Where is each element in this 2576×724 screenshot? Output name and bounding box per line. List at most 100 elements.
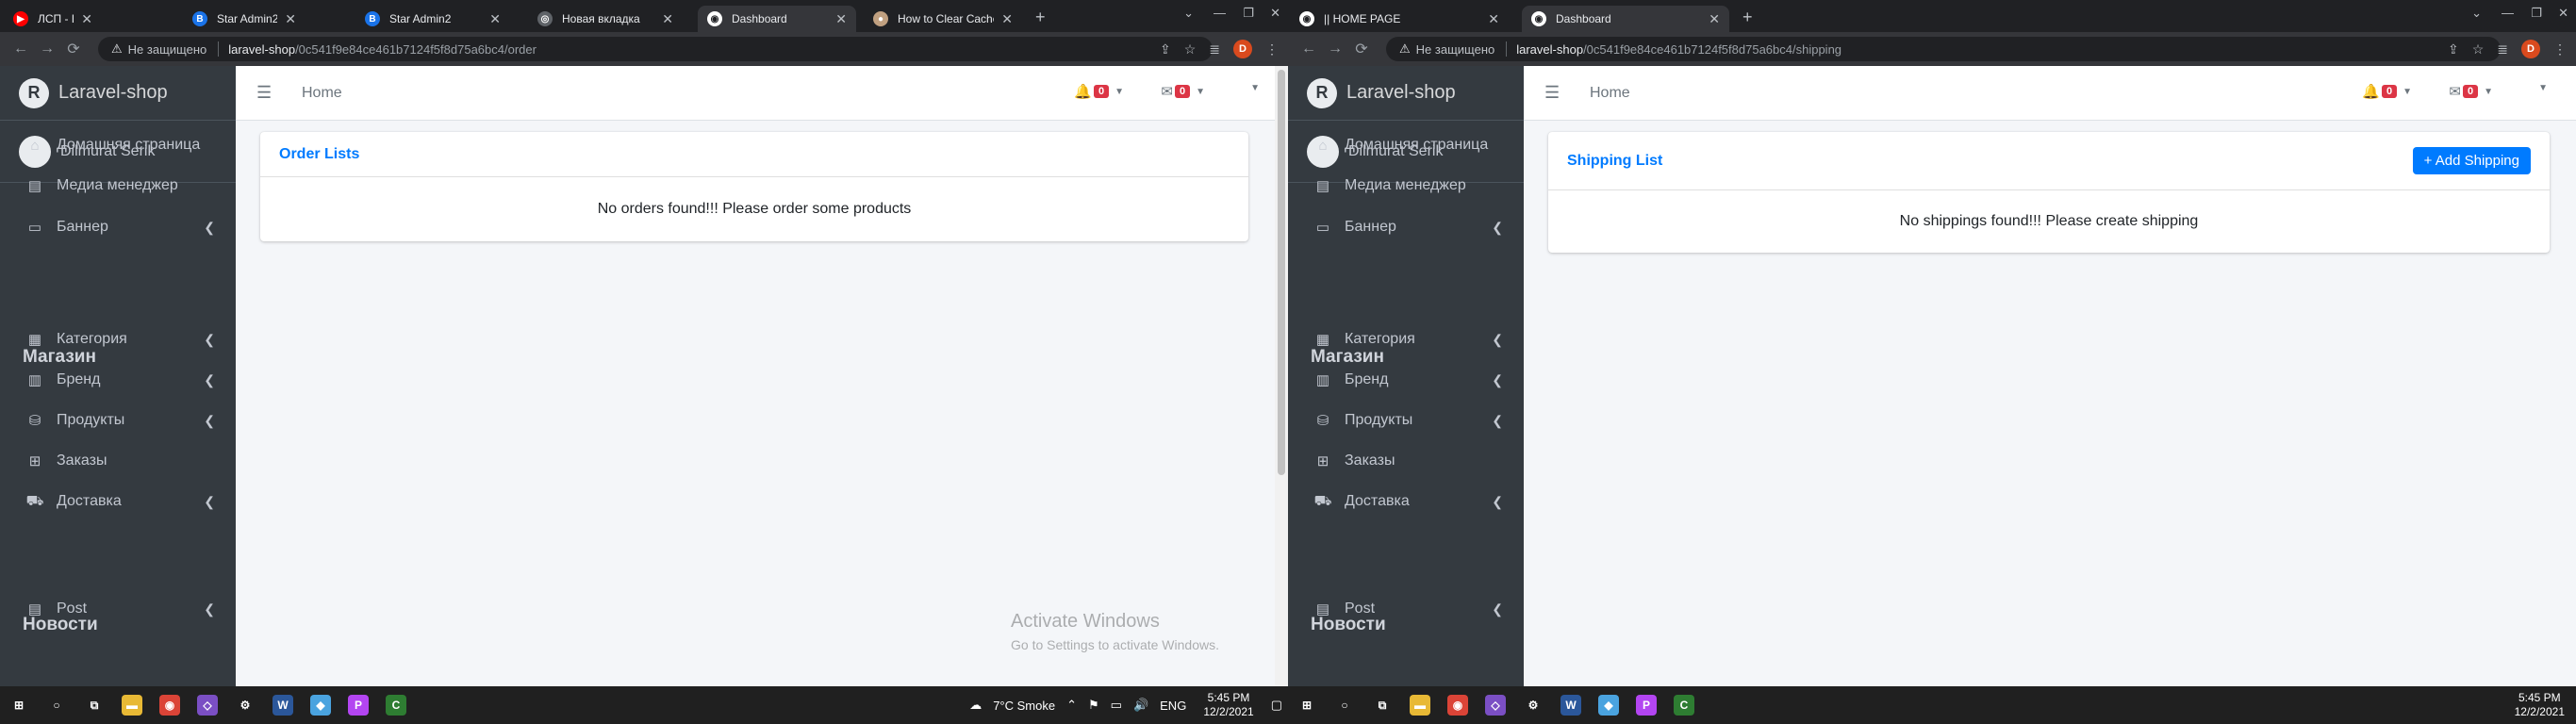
close-icon[interactable]: ✕: [835, 11, 847, 27]
address-bar[interactable]: ⚠ Не защищено laravel-shop /0c541f9e84ce…: [98, 37, 1213, 61]
close-icon[interactable]: ✕: [1488, 11, 1499, 27]
restore-icon[interactable]: ❐: [1243, 6, 1254, 21]
reload-icon[interactable]: ⟳: [1348, 40, 1375, 58]
weather-icon[interactable]: ☁: [969, 698, 982, 713]
sidebar-item[interactable]: ▤ Post ❮: [1288, 590, 1524, 628]
tab-0[interactable]: ◉ || HOME PAGE ✕: [1290, 6, 1509, 32]
sidebar-item[interactable]: ▤ Медиа менеджер: [1288, 167, 1524, 205]
user-dropdown[interactable]: ▼: [1245, 83, 1260, 93]
tab-0[interactable]: ▶ ЛСП - Номера - Y ✕: [4, 6, 102, 32]
close-window-icon[interactable]: ✕: [1270, 6, 1280, 21]
forward-icon[interactable]: →: [1322, 41, 1348, 58]
back-icon[interactable]: ←: [1296, 41, 1322, 58]
reload-icon[interactable]: ⟳: [60, 40, 87, 58]
phpstorm-icon[interactable]: P: [339, 686, 377, 724]
star-icon[interactable]: ☆: [1184, 41, 1197, 58]
explorer-icon[interactable]: ▬: [1401, 686, 1439, 724]
tab-1[interactable]: B Star Admin2 ✕: [183, 6, 305, 32]
terminal-icon[interactable]: C: [377, 686, 415, 724]
notifications-dropdown[interactable]: 🔔 0 ▼: [2362, 83, 2412, 100]
share-icon[interactable]: ⇪: [1160, 41, 1171, 58]
sidebar-item[interactable]: ⊞ Заказы: [1288, 442, 1524, 480]
messages-dropdown[interactable]: ✉ 0 ▼: [2449, 83, 2493, 100]
star-icon[interactable]: ☆: [2472, 41, 2485, 58]
sidebar-item[interactable]: ▭ Баннер ❮: [0, 208, 236, 246]
explorer-icon[interactable]: ▬: [113, 686, 151, 724]
search-icon[interactable]: ○: [1326, 686, 1363, 724]
hamburger-icon[interactable]: ☰: [256, 83, 272, 103]
volume-icon[interactable]: 🔊: [1133, 698, 1148, 713]
back-icon[interactable]: ←: [8, 41, 34, 58]
sidebar-item[interactable]: ⛁ Продукты ❮: [1288, 402, 1524, 439]
extensions-icon[interactable]: ≣: [2497, 41, 2508, 58]
forward-icon[interactable]: →: [34, 41, 60, 58]
share-icon[interactable]: ⇪: [2448, 41, 2459, 58]
app-icon[interactable]: ◆: [1590, 686, 1627, 724]
profile-avatar[interactable]: D: [1233, 40, 1252, 58]
tab-2[interactable]: B Star Admin2 ✕: [355, 6, 510, 32]
close-icon[interactable]: ✕: [662, 11, 673, 27]
task-view-icon[interactable]: ⧉: [75, 686, 113, 724]
settings-icon[interactable]: ⚙: [1514, 686, 1552, 724]
clock[interactable]: 5:45 PM 12/2/2021: [1203, 691, 1253, 719]
tab-active[interactable]: ◉ Dashboard ✕: [1522, 6, 1729, 32]
add-shipping-button[interactable]: + Add Shipping: [2412, 147, 2531, 174]
close-icon[interactable]: ✕: [489, 11, 501, 27]
flag-icon[interactable]: ⚑: [1088, 698, 1099, 713]
menu-icon[interactable]: ⋮: [1265, 41, 1279, 58]
chevron-down-icon[interactable]: ⌄: [1183, 6, 1194, 21]
visual-studio-icon[interactable]: ◇: [189, 686, 226, 724]
language-indicator[interactable]: ENG: [1160, 699, 1186, 713]
messages-dropdown[interactable]: ✉ 0 ▼: [1161, 83, 1205, 100]
tab-5[interactable]: ● How to Clear Cache in ✕: [864, 6, 1022, 32]
close-window-icon[interactable]: ✕: [2558, 6, 2568, 21]
scroll-thumb[interactable]: [1278, 70, 1285, 475]
brand-link[interactable]: R Laravel-shop: [0, 66, 236, 121]
restore-icon[interactable]: ❐: [2531, 6, 2542, 21]
notifications-dropdown[interactable]: 🔔 0 ▼: [1074, 83, 1124, 100]
home-link[interactable]: Home: [302, 85, 342, 102]
tab-3[interactable]: ◎ Новая вкладка ✕: [528, 6, 683, 32]
sidebar-item[interactable]: ⌂ Домашняя страница: [0, 126, 236, 164]
hamburger-icon[interactable]: ☰: [1544, 83, 1560, 103]
network-icon[interactable]: ▭: [1111, 698, 1122, 713]
clock[interactable]: 5:45 PM 12/2/2021: [2515, 691, 2565, 719]
page-scrollbar[interactable]: [1275, 66, 1288, 686]
notification-center-icon[interactable]: ▢: [1271, 698, 1282, 713]
home-link[interactable]: Home: [1590, 85, 1630, 102]
sidebar-item[interactable]: ⊞ Заказы: [0, 442, 236, 480]
sidebar-item[interactable]: ▥ Бренд ❮: [1288, 361, 1524, 399]
start-icon[interactable]: ⊞: [1288, 686, 1326, 724]
visual-studio-icon[interactable]: ◇: [1477, 686, 1514, 724]
user-dropdown[interactable]: ▼: [2533, 83, 2548, 93]
phpstorm-icon[interactable]: P: [1627, 686, 1665, 724]
chrome-icon[interactable]: ◉: [1439, 686, 1477, 724]
new-tab-icon[interactable]: +: [1742, 8, 1753, 27]
close-icon[interactable]: ✕: [81, 11, 92, 27]
minimize-icon[interactable]: —: [2502, 6, 2514, 20]
sidebar-item[interactable]: ▤ Post ❮: [0, 590, 236, 628]
start-icon[interactable]: ⊞: [0, 686, 38, 724]
task-view-icon[interactable]: ⧉: [1363, 686, 1401, 724]
new-tab-icon[interactable]: +: [1035, 8, 1046, 27]
close-icon[interactable]: ✕: [285, 11, 296, 27]
address-bar[interactable]: ⚠ Не защищено laravel-shop /0c541f9e84ce…: [1386, 37, 2501, 61]
sidebar-item[interactable]: ▥ Бренд ❮: [0, 361, 236, 399]
search-icon[interactable]: ○: [38, 686, 75, 724]
close-icon[interactable]: ✕: [1709, 11, 1720, 27]
sidebar-item[interactable]: ▦ Категория ❮: [0, 321, 236, 358]
sidebar-item[interactable]: ▭ Баннер ❮: [1288, 208, 1524, 246]
sidebar-item[interactable]: ▦ Категория ❮: [1288, 321, 1524, 358]
word-icon[interactable]: W: [264, 686, 302, 724]
weather-text[interactable]: 7°C Smoke: [993, 699, 1055, 713]
minimize-icon[interactable]: —: [1214, 6, 1226, 20]
menu-icon[interactable]: ⋮: [2553, 41, 2567, 58]
sidebar-item[interactable]: ⛟ Доставка ❮: [1288, 483, 1524, 520]
terminal-icon[interactable]: C: [1665, 686, 1703, 724]
tab-active[interactable]: ◉ Dashboard ✕: [698, 6, 856, 32]
profile-avatar[interactable]: D: [2521, 40, 2540, 58]
chevron-down-icon[interactable]: ⌄: [2471, 6, 2482, 21]
sidebar-item[interactable]: ⛟ Доставка ❮: [0, 483, 236, 520]
brand-link[interactable]: R Laravel-shop: [1288, 66, 1524, 121]
chrome-icon[interactable]: ◉: [151, 686, 189, 724]
